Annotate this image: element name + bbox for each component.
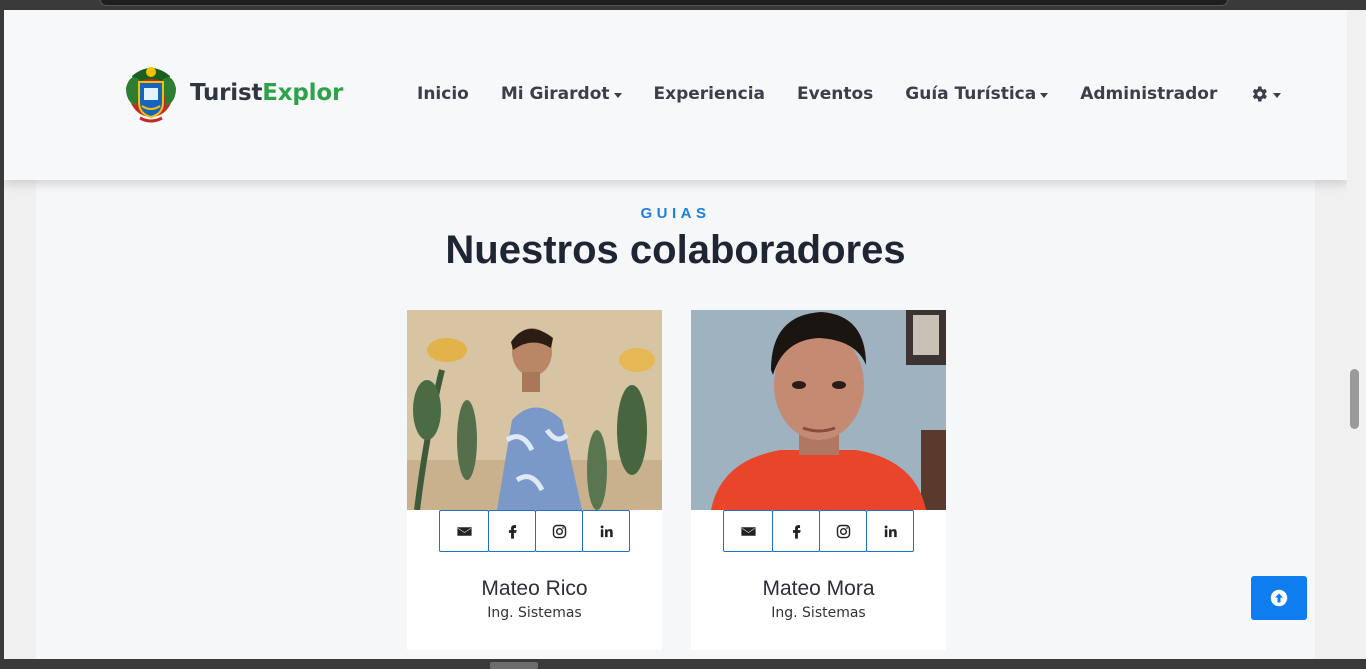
brand[interactable]: TuristExplor xyxy=(122,62,343,124)
nav-item-guia-turistica[interactable]: Guía Turística xyxy=(905,84,1049,104)
facebook-icon xyxy=(792,524,801,539)
chevron-down-icon xyxy=(613,92,622,98)
navbar: TuristExplor Inicio Mi Girardot Experien… xyxy=(4,10,1347,180)
brand-name: TuristExplor xyxy=(190,80,344,106)
linkedin-button[interactable] xyxy=(866,510,914,552)
browser-bottom-bar xyxy=(0,659,1366,669)
nav-item-inicio[interactable]: Inicio xyxy=(417,84,469,104)
instagram-button[interactable] xyxy=(535,510,583,552)
member-role: Ing. Sistemas xyxy=(771,605,866,621)
social-buttons xyxy=(691,510,946,552)
nav-item-experiencia[interactable]: Experiencia xyxy=(654,84,766,104)
nav-item-mi-girardot[interactable]: Mi Girardot xyxy=(501,84,622,104)
facebook-button[interactable] xyxy=(772,510,820,552)
section-eyebrow: GUIAS xyxy=(640,205,711,222)
nav-item-eventos[interactable]: Eventos xyxy=(797,84,873,104)
gear-icon xyxy=(1253,86,1268,102)
instagram-icon xyxy=(836,524,850,538)
team-card: Mateo Mora Ing. Sistemas xyxy=(691,310,946,650)
team-card: Mateo Rico Ing. Sistemas xyxy=(407,310,662,650)
chevron-down-icon xyxy=(1273,92,1282,98)
envelope-icon xyxy=(456,526,472,536)
chevron-down-icon xyxy=(1040,92,1049,98)
facebook-button[interactable] xyxy=(488,510,536,552)
instagram-icon xyxy=(552,524,566,538)
email-button[interactable] xyxy=(439,510,489,552)
coat-of-arms-logo xyxy=(126,67,176,123)
email-button[interactable] xyxy=(723,510,773,552)
settings-dropdown[interactable] xyxy=(1249,84,1282,104)
linkedin-icon xyxy=(884,524,897,537)
social-buttons xyxy=(407,510,662,552)
main-nav: Inicio Mi Girardot Experiencia Eventos G… xyxy=(417,84,1313,104)
arrow-up-circle-icon xyxy=(1270,589,1288,607)
browser-top-bar xyxy=(100,0,1228,6)
back-to-top-button[interactable] xyxy=(1251,576,1307,620)
envelope-icon xyxy=(740,526,756,536)
member-name: Mateo Mora xyxy=(762,577,875,600)
member-photo xyxy=(691,310,946,510)
member-photo xyxy=(407,310,662,510)
member-name: Mateo Rico xyxy=(481,577,588,600)
instagram-button[interactable] xyxy=(819,510,867,552)
scrollbar-thumb[interactable] xyxy=(1350,369,1359,429)
member-role: Ing. Sistemas xyxy=(487,605,582,621)
page-viewport: TuristExplor Inicio Mi Girardot Experien… xyxy=(4,10,1347,659)
vertical-scrollbar[interactable] xyxy=(1347,10,1366,659)
linkedin-icon xyxy=(600,524,613,537)
facebook-icon xyxy=(508,524,517,539)
linkedin-button[interactable] xyxy=(582,510,630,552)
horizontal-scroll-handle[interactable] xyxy=(490,662,538,669)
nav-item-administrador[interactable]: Administrador xyxy=(1080,84,1217,104)
section-title: Nuestros colaboradores xyxy=(445,228,906,272)
